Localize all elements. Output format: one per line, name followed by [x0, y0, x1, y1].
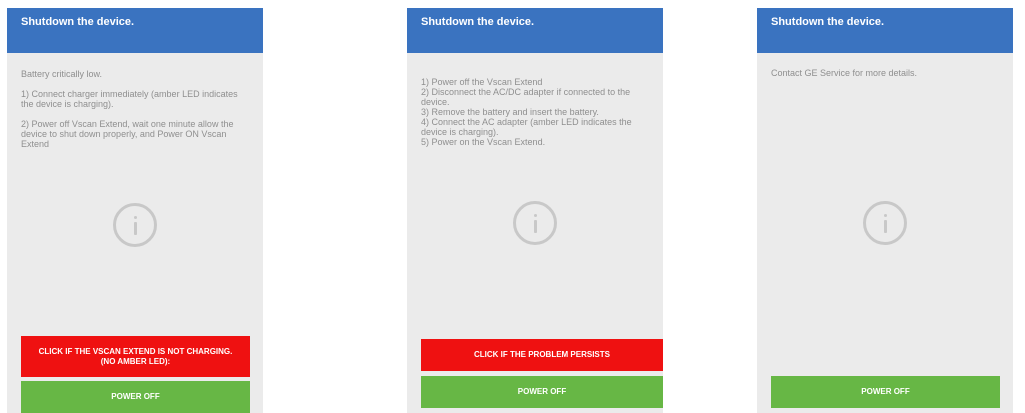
screen-title: Shutdown the device. [757, 8, 1013, 53]
message-text: Battery critically low. 1) Connect charg… [21, 69, 238, 149]
screen-title: Shutdown the device. [407, 8, 663, 53]
not-charging-button[interactable]: CLICK IF THE VSCAN EXTEND IS NOT CHARGIN… [21, 336, 250, 377]
power-off-button[interactable]: POWER OFF [21, 381, 250, 413]
info-icon [863, 201, 907, 245]
problem-persists-button[interactable]: CLICK IF THE PROBLEM PERSISTS [421, 339, 663, 371]
message-text: Contact GE Service for more details. [771, 68, 918, 78]
screen-troubleshoot: Shutdown the device. 1) Power off the Vs… [407, 8, 663, 413]
screen-battery-low: Shutdown the device. Battery critically … [7, 8, 263, 413]
power-off-button[interactable]: POWER OFF [421, 376, 663, 408]
message-text: 1) Power off the Vscan Extend 2) Disconn… [421, 77, 632, 147]
info-icon [113, 203, 157, 247]
power-off-button[interactable]: POWER OFF [771, 376, 1000, 408]
info-icon [513, 201, 557, 245]
screen-title: Shutdown the device. [7, 8, 263, 53]
screen-contact-service: Shutdown the device. Contact GE Service … [757, 8, 1013, 413]
